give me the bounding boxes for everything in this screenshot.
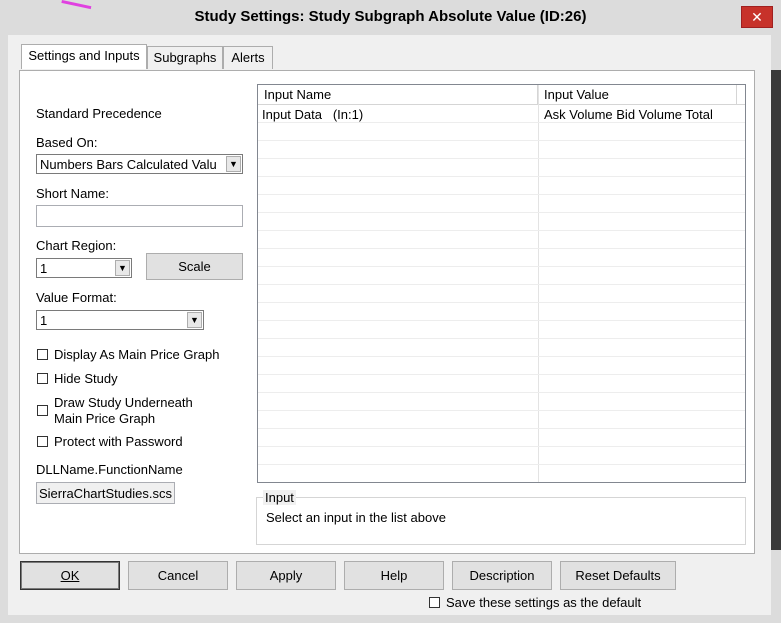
window-border-bottom: [0, 615, 781, 623]
reset-defaults-button[interactable]: Reset Defaults: [560, 561, 676, 590]
based-on-label: Based On:: [36, 135, 98, 150]
ok-button[interactable]: OK: [20, 561, 120, 590]
cancel-button-label: Cancel: [157, 568, 199, 583]
header-divider: [736, 85, 737, 104]
inputs-grid[interactable]: Input Name Input Value Input Data (In:1)…: [257, 84, 746, 483]
value-format-label: Value Format:: [36, 290, 117, 305]
table-row-empty: [258, 393, 745, 411]
window-title: Study Settings: Study Subgraph Absolute …: [194, 8, 587, 25]
description-button-label: Description: [469, 568, 535, 583]
chevron-down-icon: ▼: [226, 156, 241, 172]
protect-with-password-checkbox[interactable]: [37, 436, 48, 447]
value-format-dropdown[interactable]: 1 ▼: [36, 310, 204, 330]
input-name-cell: Input Data (In:1): [262, 107, 364, 122]
help-button[interactable]: Help: [344, 561, 444, 590]
chevron-down-icon: ▼: [187, 312, 202, 328]
apply-button[interactable]: Apply: [236, 561, 336, 590]
table-row[interactable]: Input Data (In:1) Ask Volume Bid Volume …: [258, 105, 745, 123]
table-row-empty: [258, 321, 745, 339]
apply-button-label: Apply: [269, 568, 303, 583]
save-as-default-label: Save these settings as the default: [446, 595, 642, 610]
table-row-empty: [258, 195, 745, 213]
tab-label: Subgraphs: [153, 50, 217, 65]
short-name-label: Short Name:: [36, 186, 109, 201]
cancel-button[interactable]: Cancel: [128, 561, 228, 590]
ok-button-label: OK: [60, 568, 80, 583]
chevron-down-icon: ▼: [115, 260, 130, 276]
table-row-empty: [258, 447, 745, 465]
tab-settings-and-inputs[interactable]: Settings and Inputs: [21, 44, 147, 69]
table-row-empty: [258, 429, 745, 447]
scale-button-label: Scale: [178, 259, 211, 274]
display-as-main-price-graph-checkbox[interactable]: [37, 349, 48, 360]
hide-study-checkbox[interactable]: [37, 373, 48, 384]
description-button[interactable]: Description: [452, 561, 552, 590]
tab-subgraphs[interactable]: Subgraphs: [147, 46, 223, 69]
draw-study-underneath-label-line2: Main Price Graph: [54, 411, 156, 426]
table-row-empty: [258, 141, 745, 159]
table-row-empty: [258, 177, 745, 195]
reset-defaults-button-label: Reset Defaults: [575, 568, 661, 583]
protect-with-password-label: Protect with Password: [54, 434, 183, 449]
table-row-empty: [258, 123, 745, 141]
background-window-edge: [771, 70, 781, 550]
table-row-empty: [258, 339, 745, 357]
table-row-empty: [258, 411, 745, 429]
table-row-empty: [258, 231, 745, 249]
input-value-cell[interactable]: Ask Volume Bid Volume Total: [544, 107, 713, 122]
tab-label: Settings and Inputs: [28, 48, 140, 63]
dll-function-value: SierraChartStudies.scs: [39, 486, 172, 501]
table-row-empty: [258, 375, 745, 393]
dll-function-field[interactable]: SierraChartStudies.scs: [36, 482, 175, 504]
chart-region-dropdown[interactable]: 1 ▼: [36, 258, 132, 278]
table-row-empty: [258, 213, 745, 231]
tab-label: Alerts: [231, 50, 265, 65]
window-border-left: [0, 35, 8, 623]
table-row-empty: [258, 285, 745, 303]
display-as-main-price-graph-label: Display As Main Price Graph: [54, 347, 220, 362]
grid-header: Input Name Input Value: [258, 85, 745, 105]
tab-alerts[interactable]: Alerts: [223, 46, 273, 69]
close-button[interactable]: ✕: [741, 6, 773, 28]
draw-study-underneath-label: Draw Study Underneath: [54, 395, 193, 410]
value-format-value: 1: [40, 313, 48, 328]
table-row-empty: [258, 357, 745, 375]
table-row-empty: [258, 267, 745, 285]
column-header-input-name[interactable]: Input Name: [264, 87, 331, 102]
close-icon: ✕: [751, 9, 763, 25]
input-group-title: Input: [263, 490, 296, 505]
table-row-empty: [258, 249, 745, 267]
save-as-default-checkbox[interactable]: [429, 597, 440, 608]
input-description-text: Select an input in the list above: [266, 510, 446, 525]
column-header-input-value[interactable]: Input Value: [544, 87, 609, 102]
short-name-input[interactable]: [36, 205, 243, 227]
scale-button[interactable]: Scale: [146, 253, 243, 280]
table-row-empty: [258, 303, 745, 321]
chart-region-value: 1: [40, 261, 48, 276]
help-button-label: Help: [380, 568, 408, 583]
draw-study-underneath-checkbox[interactable]: [37, 405, 48, 416]
table-row-empty: [258, 159, 745, 177]
based-on-value: Numbers Bars Calculated Valu: [40, 157, 217, 172]
dll-function-label: DLLName.FunctionName: [36, 462, 183, 477]
based-on-dropdown[interactable]: Numbers Bars Calculated Valu ▼: [36, 154, 243, 174]
standard-precedence-label: Standard Precedence: [36, 106, 162, 121]
chart-region-label: Chart Region:: [36, 238, 117, 253]
hide-study-label: Hide Study: [54, 371, 118, 386]
